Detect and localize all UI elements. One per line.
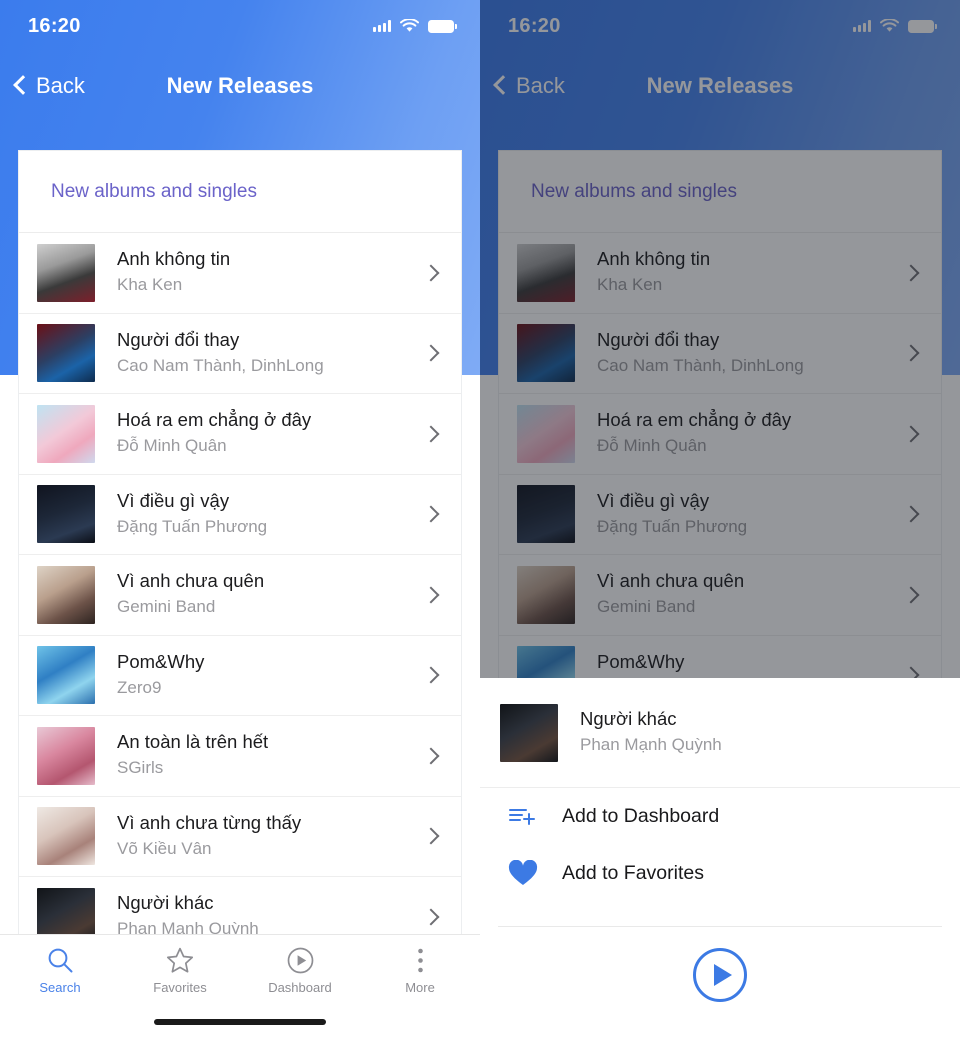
song-title: Anh không tin — [117, 248, 231, 270]
song-title: Hoá ra em chẳng ở đây — [117, 409, 312, 431]
album-art-nguoi-khac — [500, 703, 558, 762]
tab-bar: Search Favorites Dashboard More — [0, 934, 480, 1039]
album-art-pom-and-why — [37, 646, 95, 705]
song-meta: An toàn là trên hết SGirls — [95, 730, 425, 781]
add-to-dashboard-button[interactable]: Add to Dashboard — [480, 788, 960, 845]
song-meta: Vì anh chưa từng thấy Võ Kiều Vân — [95, 811, 425, 862]
song-title: Vì anh chưa từng thấy — [117, 811, 302, 833]
album-art-anh-khong-tin — [37, 243, 95, 302]
tab-search[interactable]: Search — [0, 935, 120, 1007]
add-to-favorites-button[interactable]: Add to Favorites — [480, 845, 960, 902]
content-card: New albums and singles Anh không tin Kha … — [18, 150, 462, 1039]
chevron-right-icon — [422, 344, 440, 362]
tab-label: Search — [39, 980, 81, 995]
wifi-icon — [400, 19, 419, 32]
heart-filled-icon — [508, 860, 562, 887]
song-meta: Pom&Why Zero9 — [95, 650, 425, 701]
album-art-vi-anh-chua-quen — [37, 565, 95, 624]
action-sheet-song-artist: Phan Mạnh Quỳnh — [580, 735, 722, 755]
play-circle-outline-icon[interactable] — [693, 948, 747, 1002]
album-art-an-toan-la-tren-het — [37, 726, 95, 785]
song-title: Người đổi thay — [117, 328, 240, 350]
chevron-right-icon — [422, 264, 440, 282]
song-list-item[interactable]: Anh không tin Kha Ken — [19, 233, 461, 314]
album-art-hoa-ra-em-chang-o-day — [37, 404, 95, 463]
tab-dashboard[interactable]: Dashboard — [240, 935, 360, 1007]
song-list-item[interactable]: An toàn là trên hết SGirls — [19, 716, 461, 797]
chevron-right-icon — [422, 908, 440, 926]
dual-screenshot-comparison: 16:20 Back New Releases New albums and s… — [0, 0, 960, 1039]
action-sheet-song-header: Người khác Phan Mạnh Quỳnh — [480, 678, 960, 788]
song-artist: Võ Kiều Vân — [117, 838, 212, 858]
song-list-item[interactable]: Vì anh chưa từng thấy Võ Kiều Vân — [19, 797, 461, 877]
status-bar-clock: 16:20 — [28, 14, 81, 37]
action-sheet-song-title: Người khác — [580, 708, 677, 730]
song-artist: Gemini Band — [117, 597, 216, 617]
star-icon — [166, 947, 194, 974]
phone-screen-action-sheet: 16:20 Back New Releases New albums and s… — [480, 0, 960, 1039]
song-title: Vì anh chưa quên — [117, 570, 265, 592]
chevron-right-icon — [422, 827, 440, 845]
chevron-right-icon — [422, 505, 440, 523]
action-sheet: Người khác Phan Mạnh Quỳnh Add to Dashbo… — [480, 678, 960, 1039]
song-artist: SGirls — [117, 758, 164, 778]
chevron-right-icon — [422, 586, 440, 604]
song-meta: Anh không tin Kha Ken — [95, 247, 425, 298]
song-artist: Zero9 — [117, 677, 162, 697]
page-title: New Releases — [166, 73, 314, 98]
song-title: Pom&Why — [117, 650, 205, 672]
song-list: Anh không tin Kha Ken Người đổi thay Cao Na… — [19, 233, 461, 958]
battery-icon — [428, 19, 457, 33]
song-title: Vì điều gì vậy — [117, 489, 230, 511]
tab-label: Favorites — [153, 980, 207, 995]
song-artist: Kha Ken — [117, 275, 183, 295]
status-bar: 16:20 — [0, 0, 480, 52]
play-circle-icon — [287, 947, 314, 974]
play-button-container — [480, 927, 960, 1023]
chevron-right-icon — [422, 425, 440, 443]
tab-label: More — [405, 980, 435, 995]
album-art-vi-anh-chua-tung-thay — [37, 807, 95, 866]
action-sheet-song-meta: Người khác Phan Mạnh Quỳnh — [558, 707, 942, 758]
tab-bar-items: Search Favorites Dashboard More — [0, 935, 480, 1007]
cellular-bars-icon — [373, 20, 391, 32]
song-artist: Đặng Tuấn Phương — [117, 516, 268, 536]
tab-label: Dashboard — [268, 980, 332, 995]
song-artist: Đỗ Minh Quân — [117, 436, 227, 456]
song-list-item[interactable]: Người đổi thay Cao Nam Thành, DinhLong — [19, 314, 461, 394]
song-artist: Cao Nam Thành, DinhLong — [117, 355, 324, 375]
dots-vertical-icon — [416, 947, 425, 974]
add-to-dashboard-label: Add to Dashboard — [562, 805, 720, 827]
song-title: An toàn là trên hết — [117, 731, 269, 753]
chevron-right-icon — [422, 666, 440, 684]
song-meta: Hoá ra em chẳng ở đây Đỗ Minh Quân — [95, 408, 425, 459]
song-meta: Vì điều gì vậy Đặng Tuấn Phương — [95, 489, 425, 540]
section-heading: New albums and singles — [19, 151, 461, 233]
song-meta: Người đổi thay Cao Nam Thành, DinhLong — [95, 328, 425, 379]
song-list-item[interactable]: Pom&Why Zero9 — [19, 636, 461, 716]
home-indicator — [154, 1019, 326, 1025]
play-triangle-icon — [713, 964, 732, 986]
tab-more[interactable]: More — [360, 935, 480, 1007]
phone-screen-list: 16:20 Back New Releases New albums and s… — [0, 0, 480, 1039]
list-plus-icon — [508, 805, 562, 829]
song-list-item[interactable]: Vì điều gì vậy Đặng Tuấn Phương — [19, 475, 461, 555]
album-art-nguoi-doi-thay — [37, 324, 95, 383]
add-to-favorites-label: Add to Favorites — [562, 862, 704, 884]
chevron-right-icon — [422, 747, 440, 765]
song-list-item[interactable]: Vì anh chưa quên Gemini Band — [19, 555, 461, 636]
song-list-item[interactable]: Hoá ra em chẳng ở đây Đỗ Minh Quân — [19, 394, 461, 475]
song-title: Người khác — [117, 892, 214, 914]
song-meta: Vì anh chưa quên Gemini Band — [95, 569, 425, 620]
album-art-vi-dieu-gi-vay — [37, 485, 95, 544]
navigation-bar: Back New Releases — [0, 60, 480, 112]
status-bar-icons — [373, 19, 457, 33]
search-icon — [47, 947, 74, 974]
tab-favorites[interactable]: Favorites — [120, 935, 240, 1007]
